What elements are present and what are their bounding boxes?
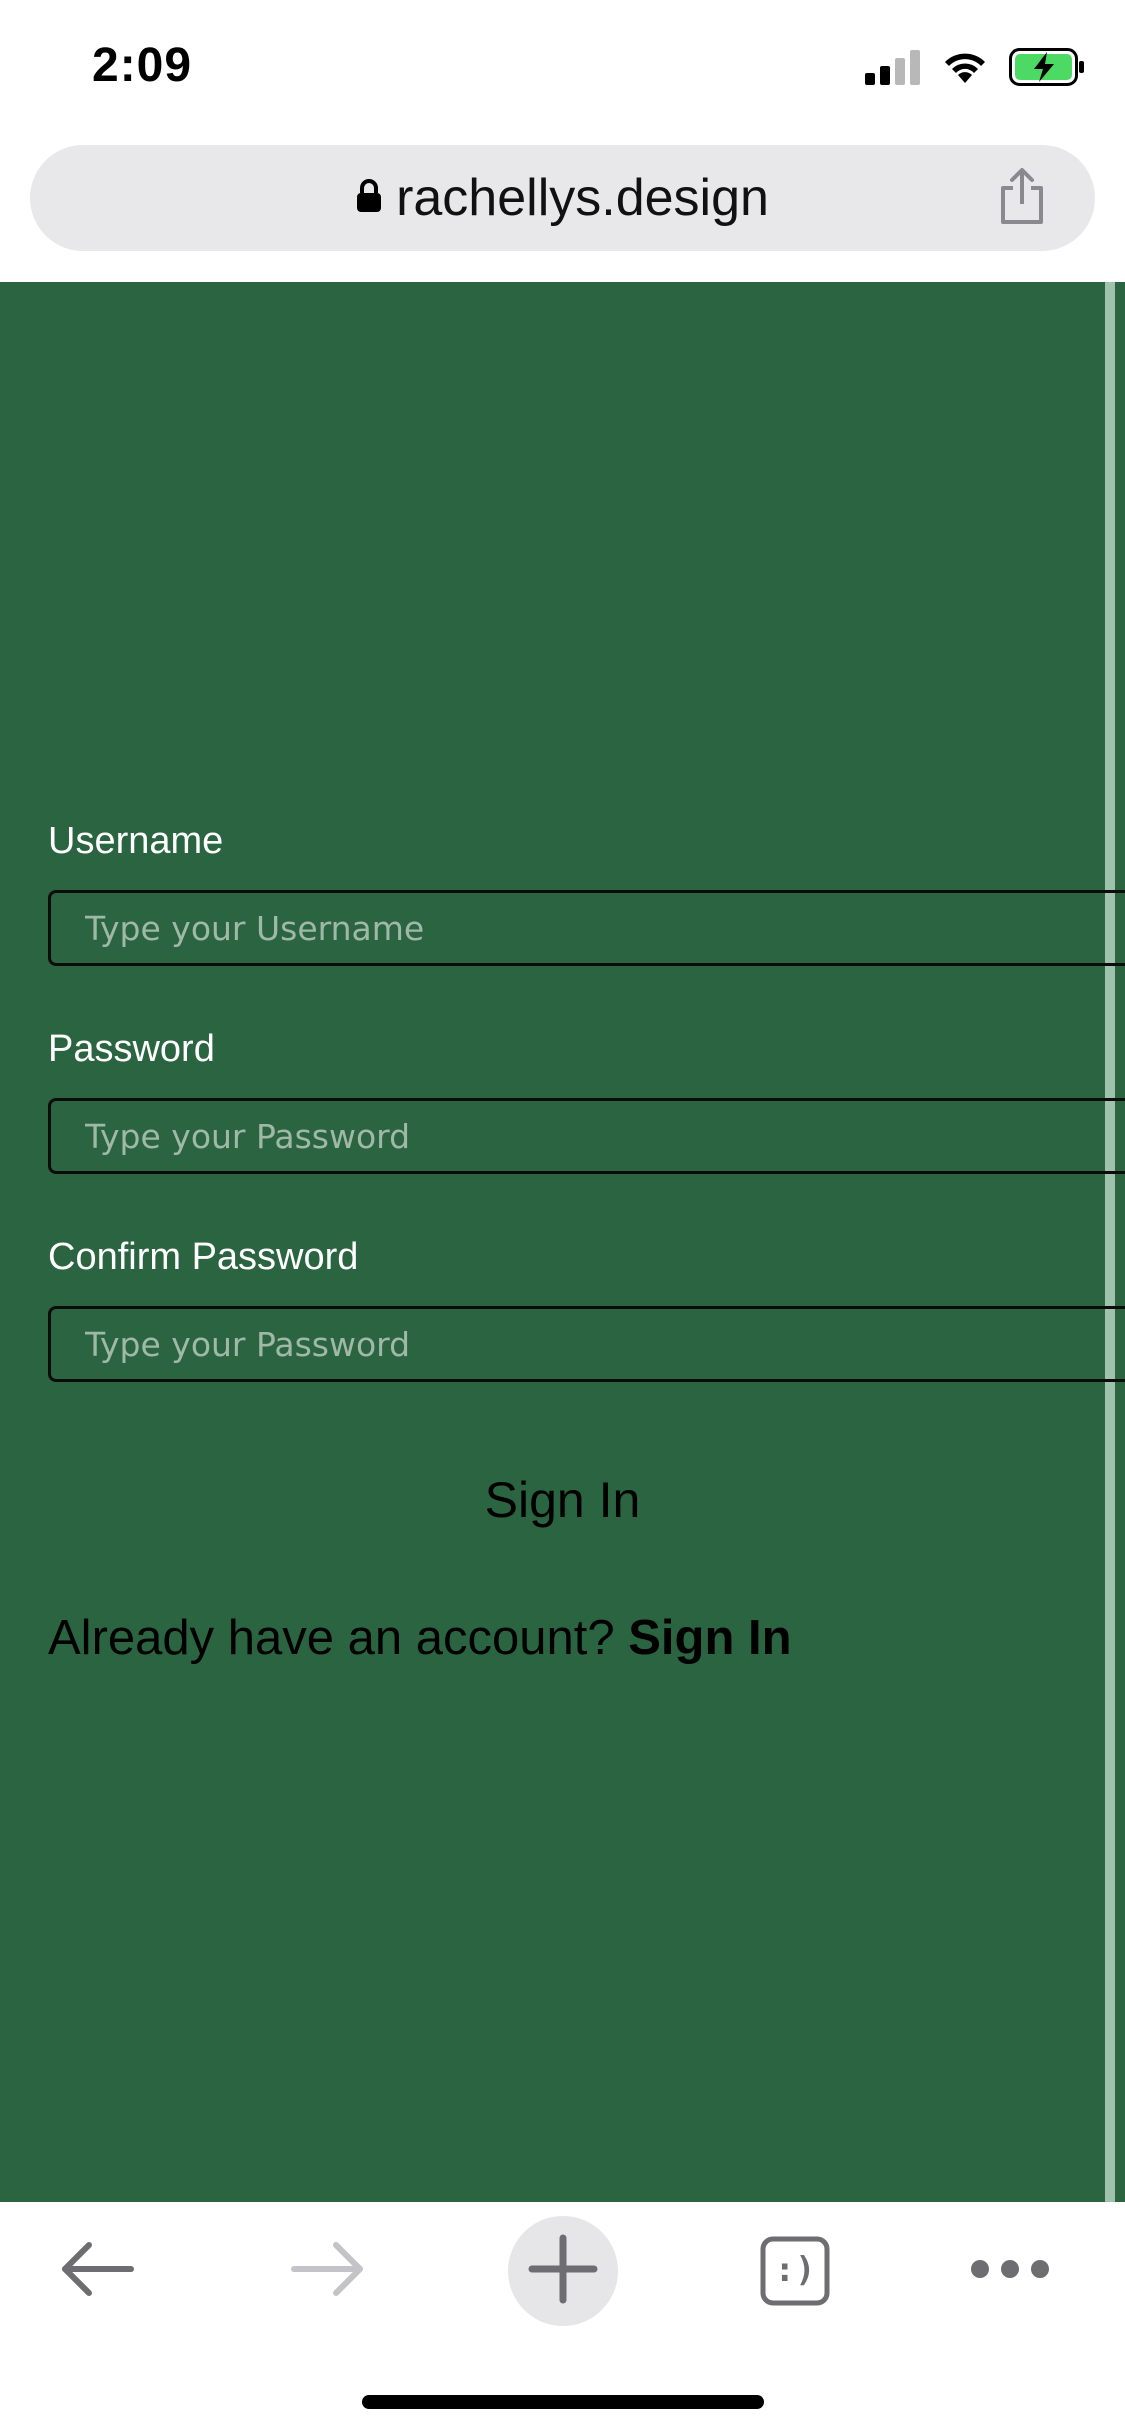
page-scroll-edge (1105, 282, 1115, 2202)
address-bar[interactable]: rachellys.design (30, 145, 1095, 251)
back-button[interactable] (42, 2216, 152, 2326)
new-tab-button[interactable] (508, 2216, 618, 2326)
password-input[interactable] (48, 1098, 1125, 1174)
tabs-glyph: :) (774, 2250, 816, 2290)
signup-page: Username Password Confirm Password Sign … (0, 282, 1125, 2202)
forward-button[interactable] (273, 2216, 383, 2326)
sign-in-button[interactable]: Sign In (0, 1470, 1125, 1530)
new-tab-icon (528, 2234, 598, 2309)
password-label: Password (48, 1028, 215, 1070)
confirm-password-label: Confirm Password (48, 1236, 359, 1278)
forward-icon (290, 2239, 366, 2304)
more-icon (968, 2257, 1052, 2286)
username-input[interactable] (48, 890, 1125, 966)
cellular-signal-icon (865, 49, 921, 90)
home-indicator (362, 2395, 764, 2409)
more-button[interactable] (955, 2216, 1065, 2326)
status-bar: 2:09 (0, 0, 1125, 135)
url-content: rachellys.design (30, 145, 1095, 251)
sign-in-link[interactable]: Sign In (628, 1611, 791, 1665)
battery-charging-icon (1009, 48, 1085, 91)
wifi-icon (941, 49, 989, 90)
share-icon (999, 166, 1045, 231)
tabs-icon: :) (760, 2236, 830, 2306)
back-icon (59, 2239, 135, 2304)
already-account-prompt: Already have an account? Sign In (48, 1610, 792, 1666)
url-text: rachellys.design (396, 169, 769, 227)
status-time: 2:09 (92, 39, 193, 92)
confirm-password-input[interactable] (48, 1306, 1125, 1382)
screen: 2:09 rachellys.design Username Type your… (0, 0, 1125, 2436)
tabs-button[interactable]: :) (740, 2216, 850, 2326)
already-account-text: Already have an account? (48, 1611, 615, 1665)
lock-icon (356, 178, 382, 218)
share-button[interactable] (989, 165, 1055, 231)
username-label: Username (48, 820, 224, 862)
status-icons (865, 48, 1085, 91)
